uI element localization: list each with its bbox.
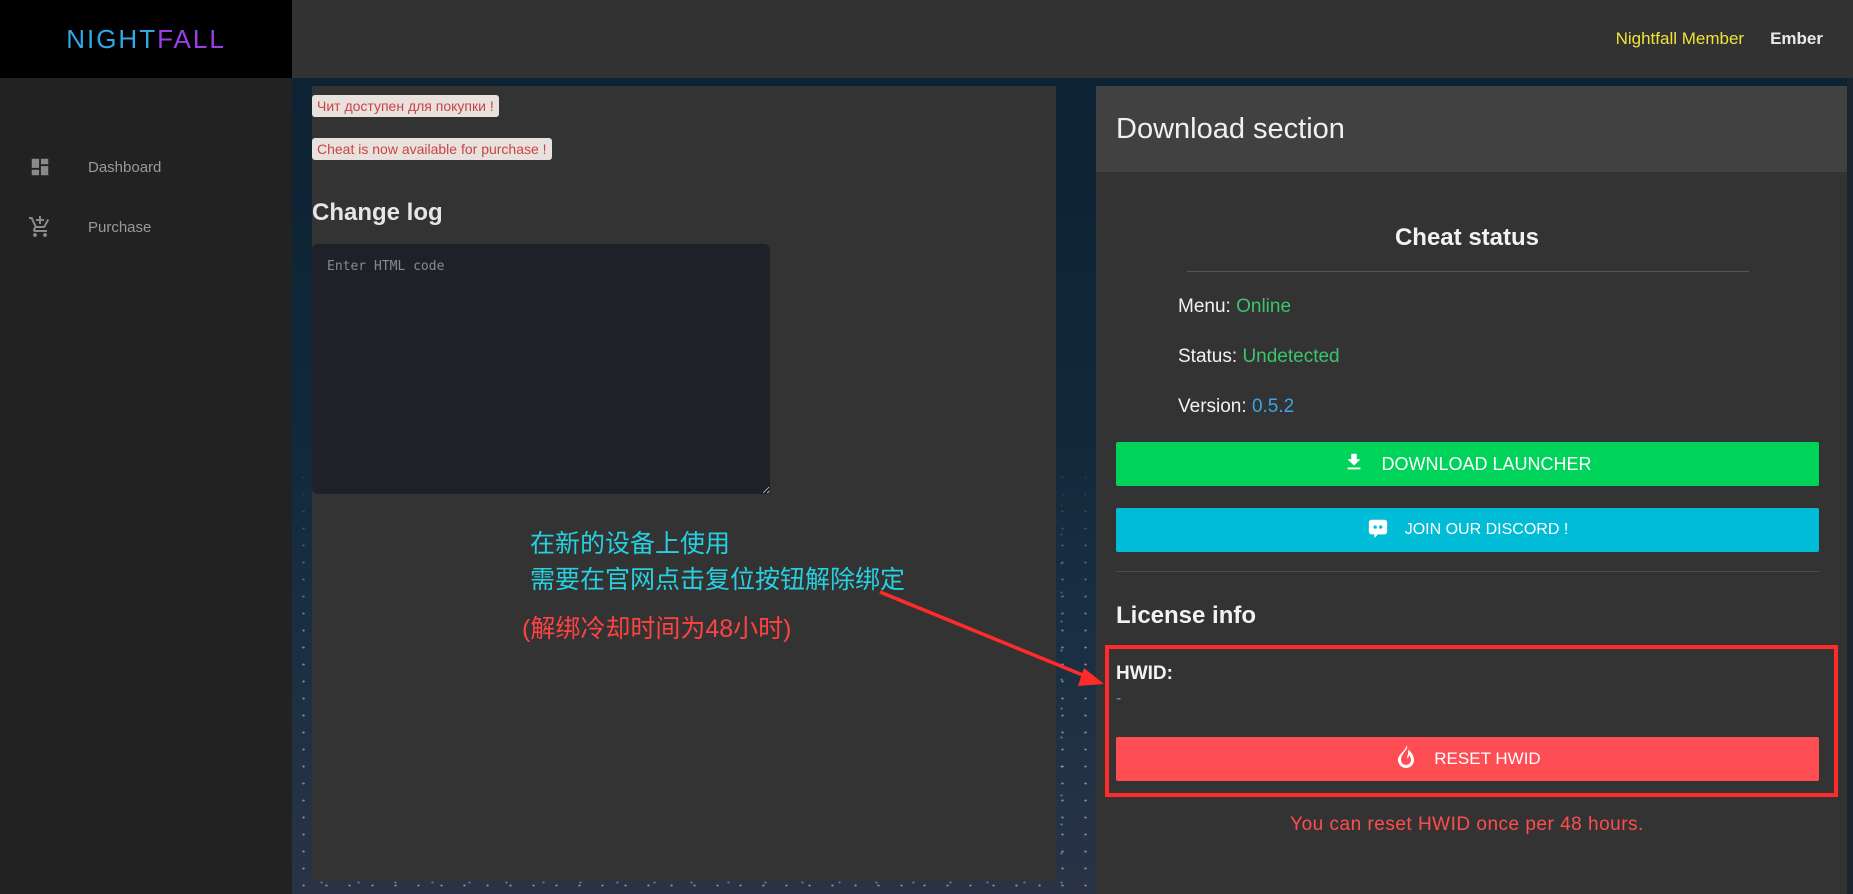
menu-status-row: Menu: Online [1178,296,1291,318]
download-launcher-button[interactable]: DOWNLOAD LAUNCHER [1116,442,1819,486]
hwid-value: - [1116,690,1122,707]
detection-status-row: Status: Undetected [1178,346,1340,368]
top-bar: NIGHTFALL Nightfall Member Ember [0,0,1853,78]
dashboard-icon [28,155,52,179]
join-discord-button[interactable]: JOIN OUR DISCORD ! [1116,508,1819,552]
cart-icon [28,215,52,239]
sidebar-item-dashboard[interactable]: Dashboard [0,147,292,187]
availability-badge-ru: Чит доступен для покупки ! [312,95,499,117]
fire-icon [1394,744,1418,775]
version-value: 0.5.2 [1251,396,1295,417]
discord-button-label: JOIN OUR DISCORD ! [1404,521,1569,538]
availability-badge-en: Cheat is now available for purchase ! [312,138,552,160]
annotation-line-1: 在新的设备上使用 [530,530,731,558]
divider [1116,571,1819,572]
header-user-area: Nightfall Member Ember [1616,0,1823,78]
download-icon [1343,451,1365,478]
reset-button-label: RESET HWID [1434,749,1541,768]
license-info-title: License info [1116,602,1257,629]
divider [1187,271,1749,272]
reset-cooldown-note: You can reset HWID once per 48 hours. [1290,814,1644,835]
discord-icon [1367,517,1389,544]
logo-box[interactable]: NIGHTFALL [0,0,292,78]
hwid-label: HWID: [1116,663,1173,684]
download-header: Download section [1096,86,1853,172]
news-panel: Чит доступен для покупки ! Cheat is now … [312,86,1056,881]
annotation-line-2: 需要在官网点击复位按钮解除绑定 [530,566,906,594]
download-panel: Download section Cheat status Menu: Onli… [1096,86,1853,894]
scrollbar[interactable] [1847,78,1853,894]
download-title: Download section [1116,112,1345,145]
version-label: Version: [1178,396,1247,417]
reset-hwid-button[interactable]: RESET HWID [1116,737,1819,781]
annotation-cooldown-note: (解绑冷却时间为48小时) [522,615,792,643]
cheat-status-title: Cheat status [1394,224,1540,251]
menu-value: Online [1236,296,1292,317]
changelog-html-input[interactable] [312,244,770,494]
member-badge: Nightfall Member [1615,29,1745,48]
sidebar-item-label: Purchase [88,218,152,236]
sidebar-item-purchase[interactable]: Purchase [0,207,292,247]
sidebar: Dashboard Purchase [0,78,292,894]
sidebar-item-label: Dashboard [88,158,162,176]
download-button-label: DOWNLOAD LAUNCHER [1381,453,1592,474]
menu-label: Menu: [1178,296,1231,317]
changelog-title: Change log [312,199,443,226]
logo: NIGHTFALL [66,24,226,55]
logo-part-night: NIGHT [66,23,158,54]
status-value: Undetected [1242,346,1340,367]
logo-part-fall: FALL [157,23,226,54]
version-row: Version: 0.5.2 [1178,396,1294,418]
annotation-instructions: 在新的设备上使用 需要在官网点击复位按钮解除绑定 [530,526,905,598]
status-label: Status: [1178,346,1238,367]
username[interactable]: Ember [1770,29,1823,49]
